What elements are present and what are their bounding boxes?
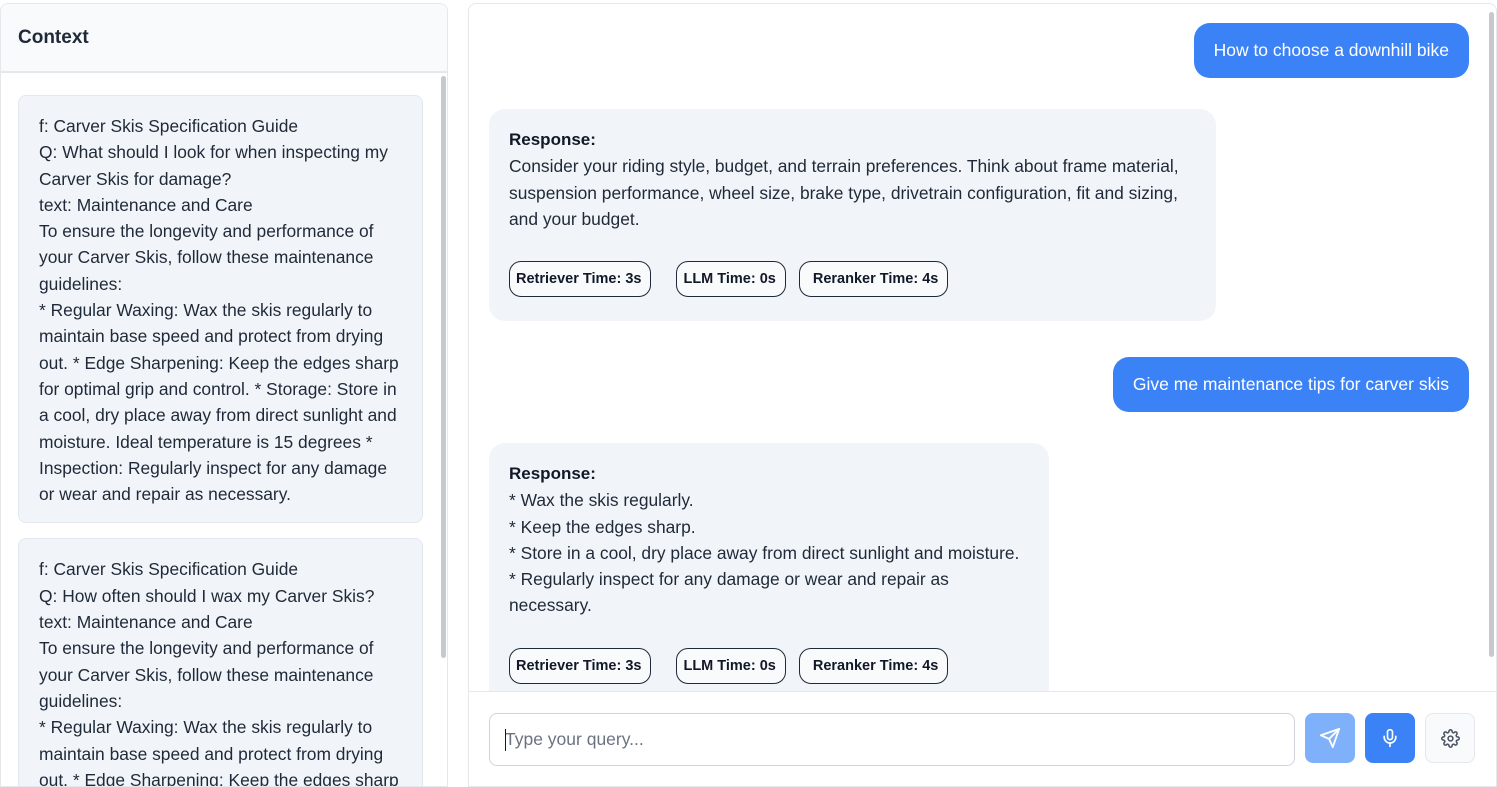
context-line: text: Maintenance and Care [39, 194, 253, 215]
context-line: out. * Edge Sharpening: Keep the edges s… [39, 352, 399, 373]
response-line: * Store in a cool, dry place away from d… [509, 542, 1020, 563]
context-line: a cool, dry place away from direct sunli… [39, 405, 397, 426]
context-line: f: Carver Skis Specification Guide [39, 559, 299, 580]
chat-panel: How to choose a downhill bike Response: … [468, 3, 1497, 787]
llm-time-badge: LLM Time: 0s [676, 261, 786, 298]
context-line: * Regular Waxing: Wax the skis regularly… [39, 717, 373, 738]
user-message-text: Give me maintenance tips for carver skis [1132, 374, 1449, 394]
response-label: Response: [509, 464, 596, 483]
llm-time-badge: LLM Time: 0s [676, 647, 786, 684]
context-line: Carver Skis for damage? [39, 168, 232, 189]
response-line: and your budget. [509, 208, 640, 229]
reranker-time-badge: Reranker Time: 4s [798, 261, 949, 298]
context-line: To ensure the longevity and performance … [39, 221, 374, 242]
response-line: * Regularly inspect for any damage or we… [509, 569, 949, 616]
context-line: Q: How often should I wax my Carver Skis… [39, 585, 375, 606]
chat-scrollbar[interactable] [1489, 12, 1494, 657]
settings-button[interactable] [1425, 713, 1475, 763]
microphone-button[interactable] [1365, 713, 1415, 763]
retriever-time-badge: Retriever Time: 3s [509, 647, 652, 684]
context-line: your Carver Skis, follow these maintenan… [39, 247, 374, 268]
context-list[interactable]: f: Carver Skis Specification Guide Q: Wha… [1, 75, 447, 786]
send-button[interactable] [1305, 713, 1355, 763]
context-line: out. * Edge Sharpening: Keep the edges s… [39, 769, 399, 786]
context-line: f: Carver Skis Specification Guide [39, 116, 299, 136]
reranker-time-badge: Reranker Time: 4s [798, 647, 949, 684]
query-input[interactable] [489, 713, 1295, 766]
context-line: * Regular Waxing: Wax the skis regularly… [39, 300, 373, 321]
response-text: Consider your riding style, budget, and … [509, 153, 1196, 232]
timing-badges: Retriever Time: 3s LLM Time: 0s Reranker T… [509, 647, 1029, 684]
user-message: Give me maintenance tips for carver skis [1112, 357, 1469, 412]
context-line: text: Maintenance and Care [39, 612, 253, 633]
context-line: moisture. Ideal temperature is 15 degree… [39, 431, 373, 452]
microphone-icon [1380, 728, 1400, 748]
gear-icon [1440, 728, 1460, 748]
context-line: or wear and repair as necessary. [39, 484, 291, 505]
response-line: * Keep the edges sharp. [509, 516, 696, 537]
context-line: guidelines: [39, 273, 123, 294]
text-caret [505, 729, 506, 751]
context-card: f: Carver Skis Specification Guide Q: Wha… [18, 95, 423, 524]
context-line: guidelines: [39, 690, 123, 711]
response-text: * Wax the skis regularly. * Keep the edge… [509, 487, 1029, 618]
bot-response: Response: Consider your riding style, bu… [489, 109, 1216, 322]
sidebar-scrollbar[interactable] [441, 76, 446, 658]
timing-badges: Retriever Time: 3s LLM Time: 0s Reranker T… [509, 261, 1196, 298]
context-line: your Carver Skis, follow these maintenan… [39, 664, 374, 685]
user-message: How to choose a downhill bike [1193, 23, 1469, 78]
context-line: Inspection: Regularly inspect for any da… [39, 457, 388, 478]
sidebar-title: Context [18, 26, 89, 48]
input-bar [469, 691, 1496, 786]
response-line: * Wax the skis regularly. [509, 490, 694, 511]
context-line: maintain base speed and protect from dry… [39, 326, 384, 347]
response-label: Response: [509, 130, 596, 149]
user-message-text: How to choose a downhill bike [1213, 40, 1449, 60]
bot-response: Response: * Wax the skis regularly. * Kee… [489, 443, 1049, 708]
retriever-time-badge: Retriever Time: 3s [509, 261, 652, 298]
app-root: Context f: Carver Skis Specification Gui… [0, 0, 1497, 787]
send-icon [1319, 727, 1341, 749]
context-card: f: Carver Skis Specification Guide Q: How… [18, 538, 423, 786]
response-line: suspension performance, wheel size, brak… [509, 182, 1178, 203]
sidebar-header: Context [1, 4, 447, 73]
context-line: maintain base speed and protect from dry… [39, 743, 384, 764]
context-line: To ensure the longevity and performance … [39, 638, 374, 659]
response-line: Consider your riding style, budget, and … [509, 156, 1179, 177]
context-line: Q: What should I look for when inspectin… [39, 142, 388, 163]
context-sidebar: Context f: Carver Skis Specification Gui… [0, 3, 448, 787]
context-line: for optimal grip and control. * Storage:… [39, 378, 397, 399]
